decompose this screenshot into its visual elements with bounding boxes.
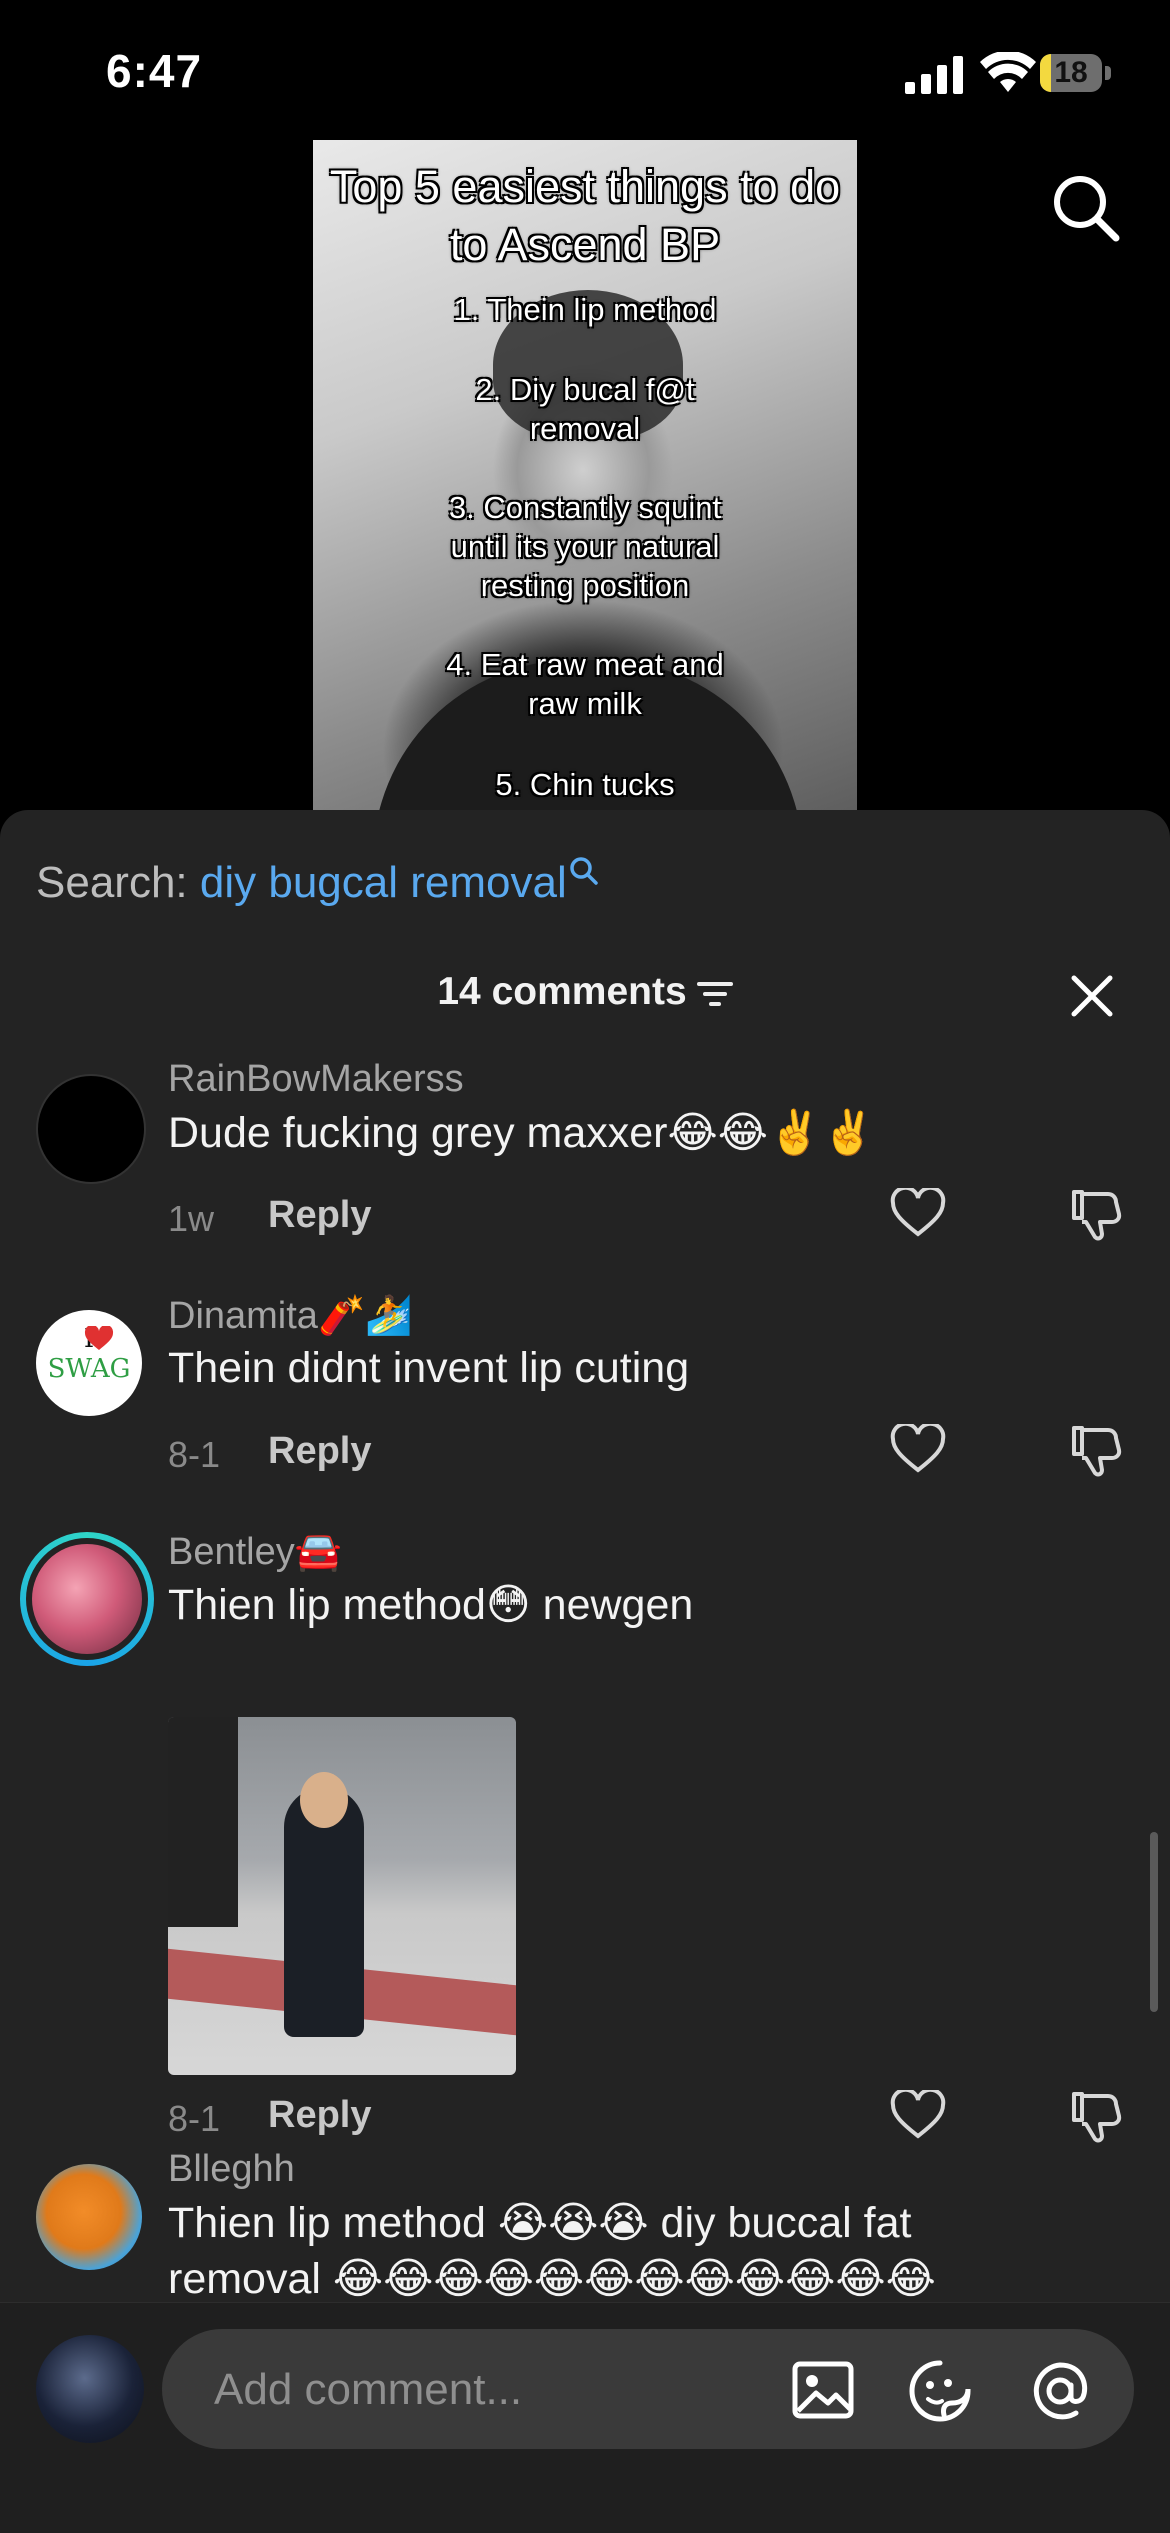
sticker-icon[interactable] xyxy=(908,2359,972,2423)
avatar[interactable] xyxy=(36,2335,144,2443)
comment-text-line-2: removal 😂😂😂😂😂😂😂😂😂😂😂😂 xyxy=(168,2255,936,2298)
dislike-icon[interactable] xyxy=(1068,2088,1124,2144)
video-thumbnail[interactable]: Top 5 easiest things to do to Ascend BP … xyxy=(313,140,857,812)
story-ring[interactable] xyxy=(20,1532,154,1666)
cellular-signal-icon xyxy=(905,56,963,94)
comment-text: Dude fucking grey maxxer😂😂✌️✌️ xyxy=(168,1109,876,1157)
video-line-2: 2. Diy bucal f@t removal xyxy=(475,372,695,446)
comment-input[interactable] xyxy=(212,2329,776,2451)
search-icon[interactable] xyxy=(1050,172,1122,244)
scrollbar[interactable] xyxy=(1150,1832,1158,2012)
close-icon[interactable] xyxy=(1068,972,1116,1020)
heart-icon xyxy=(84,1326,114,1350)
avatar[interactable]: I SWAG xyxy=(36,1310,142,1416)
video-title-overlay: Top 5 easiest things to do to Ascend BP xyxy=(329,161,841,270)
comment-item: Blleghh Thien lip method 😭😭😭 diy buccal … xyxy=(0,2148,1170,2298)
comments-count-header[interactable]: 14 comments xyxy=(0,970,1170,1014)
reply-button[interactable]: Reply xyxy=(268,2094,371,2137)
heart-icon[interactable] xyxy=(890,2090,946,2140)
comment-text: Thien lip method😳 newgen xyxy=(168,1581,694,1629)
video-line-1: 1. Thein lip method xyxy=(453,292,717,327)
search-icon xyxy=(569,857,598,885)
comment-image[interactable] xyxy=(168,1717,516,2075)
filter-icon[interactable] xyxy=(696,980,733,1008)
comment-text: Thein didnt invent lip cuting xyxy=(168,1344,690,1392)
comments-sheet: Search: diy bugcal removal 14 comments R… xyxy=(0,810,1170,2532)
avatar xyxy=(32,1544,142,1654)
comment-input-bar xyxy=(0,2302,1170,2533)
mention-icon[interactable] xyxy=(1028,2359,1092,2423)
avatar[interactable] xyxy=(36,1074,146,1184)
comment-username[interactable]: Bentley🚘 xyxy=(168,1530,342,1574)
search-query-link[interactable]: diy bugcal removal xyxy=(200,858,567,907)
status-time: 6:47 xyxy=(106,45,203,97)
comment-input-container[interactable] xyxy=(162,2329,1134,2451)
reply-button[interactable]: Reply xyxy=(268,1194,371,1237)
comment-text: Thien lip method 😭😭😭 diy buccal fat xyxy=(168,2199,912,2247)
comment-time: 1w xyxy=(168,1198,215,1239)
comment-time: 8-1 xyxy=(168,1434,221,1475)
comment-username[interactable]: RainBowMakerss xyxy=(168,1058,464,1101)
comment-username[interactable]: Blleghh xyxy=(168,2148,295,2191)
avatar[interactable] xyxy=(36,2164,142,2270)
video-line-5: 5. Chin tucks xyxy=(495,767,675,802)
comment-time: 8-1 xyxy=(168,2098,221,2139)
search-suggestion[interactable]: Search: diy bugcal removal xyxy=(36,857,599,908)
dislike-icon[interactable] xyxy=(1068,1186,1124,1242)
comment-username[interactable]: Dinamita🧨🏄 xyxy=(168,1294,413,1338)
heart-icon[interactable] xyxy=(890,1188,946,1238)
image-icon[interactable] xyxy=(792,2361,854,2419)
video-line-3: 3. Constantly squint until its your natu… xyxy=(448,490,722,603)
heart-icon[interactable] xyxy=(890,1424,946,1474)
video-line-4: 4. Eat raw meat and raw milk xyxy=(446,647,724,721)
battery-indicator: 18 xyxy=(1040,54,1112,92)
wifi-icon xyxy=(980,52,1036,92)
reply-button[interactable]: Reply xyxy=(268,1430,371,1473)
dislike-icon[interactable] xyxy=(1068,1422,1124,1478)
comments-count: 14 comments xyxy=(437,970,687,1013)
